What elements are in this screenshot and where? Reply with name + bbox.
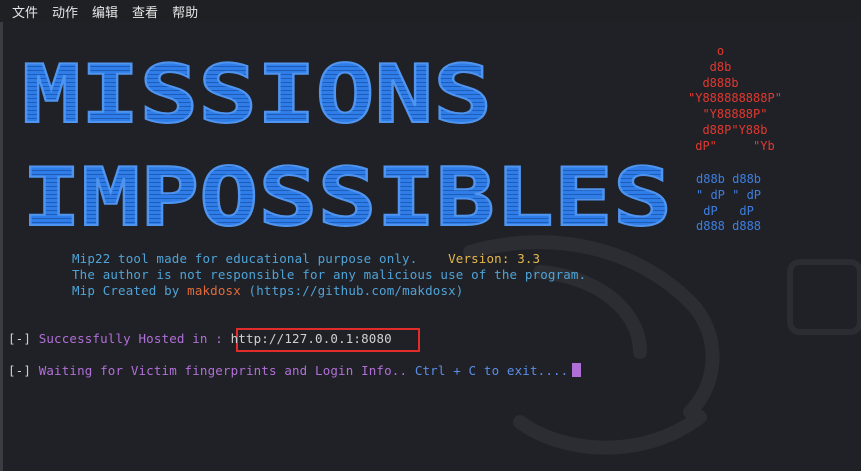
author-name: makdosx: [187, 283, 241, 298]
terminal-border: [0, 22, 3, 471]
tool-description: Mip22 tool made for educational purpose …: [72, 251, 418, 266]
banner-line-impossibles: IMPOSSIBLES: [22, 151, 672, 242]
version-label: Version: 3.3: [448, 251, 541, 266]
waiting-status-line: [-] Waiting for Victim fingerprints and …: [8, 363, 582, 378]
ascii-art-blue: d88b d88b " dP " dP dP dP d888 d888: [696, 172, 762, 234]
menu-view[interactable]: 查看: [125, 2, 165, 21]
menu-bar: 文件 动作 编辑 查看 帮助: [0, 0, 861, 22]
status-bracket-2: [-]: [8, 363, 32, 378]
exit-hint: Ctrl + C to exit....: [414, 363, 569, 378]
hosted-status-line: [-] Successfully Hosted in : http://127.…: [8, 331, 392, 346]
hosted-label: Successfully Hosted in :: [31, 331, 231, 346]
terminal-cursor: [572, 363, 582, 377]
menu-edit[interactable]: 编辑: [85, 2, 125, 21]
menu-action[interactable]: 动作: [45, 2, 85, 21]
info-line-1: Mip22 tool made for educational purpose …: [72, 251, 540, 266]
ascii-art-red: o d8b d888b "Y888888888P" "Y88888P" d88P…: [688, 44, 782, 153]
menu-help[interactable]: 帮助: [165, 2, 205, 21]
status-bracket: [-]: [8, 331, 32, 346]
info-line-3: Mip Created by makdosx (https://github.c…: [72, 283, 463, 298]
created-by-prefix: Mip Created by: [72, 283, 188, 298]
waiting-label: Waiting for Victim fingerprints and Logi…: [31, 363, 415, 378]
disclaimer: The author is not responsible for any ma…: [72, 267, 587, 282]
hosted-url[interactable]: http://127.0.0.1:8080: [231, 331, 392, 346]
banner-line-missions: MISSIONS: [22, 48, 492, 141]
banner-logo: MISSIONS IMPOSSIBLES: [21, 47, 673, 242]
menu-file[interactable]: 文件: [0, 2, 45, 21]
github-link: (https://github.com/makdosx): [240, 283, 464, 298]
terminal-window[interactable]: MISSIONS IMPOSSIBLES o d8b d888b "Y88888…: [0, 22, 861, 471]
